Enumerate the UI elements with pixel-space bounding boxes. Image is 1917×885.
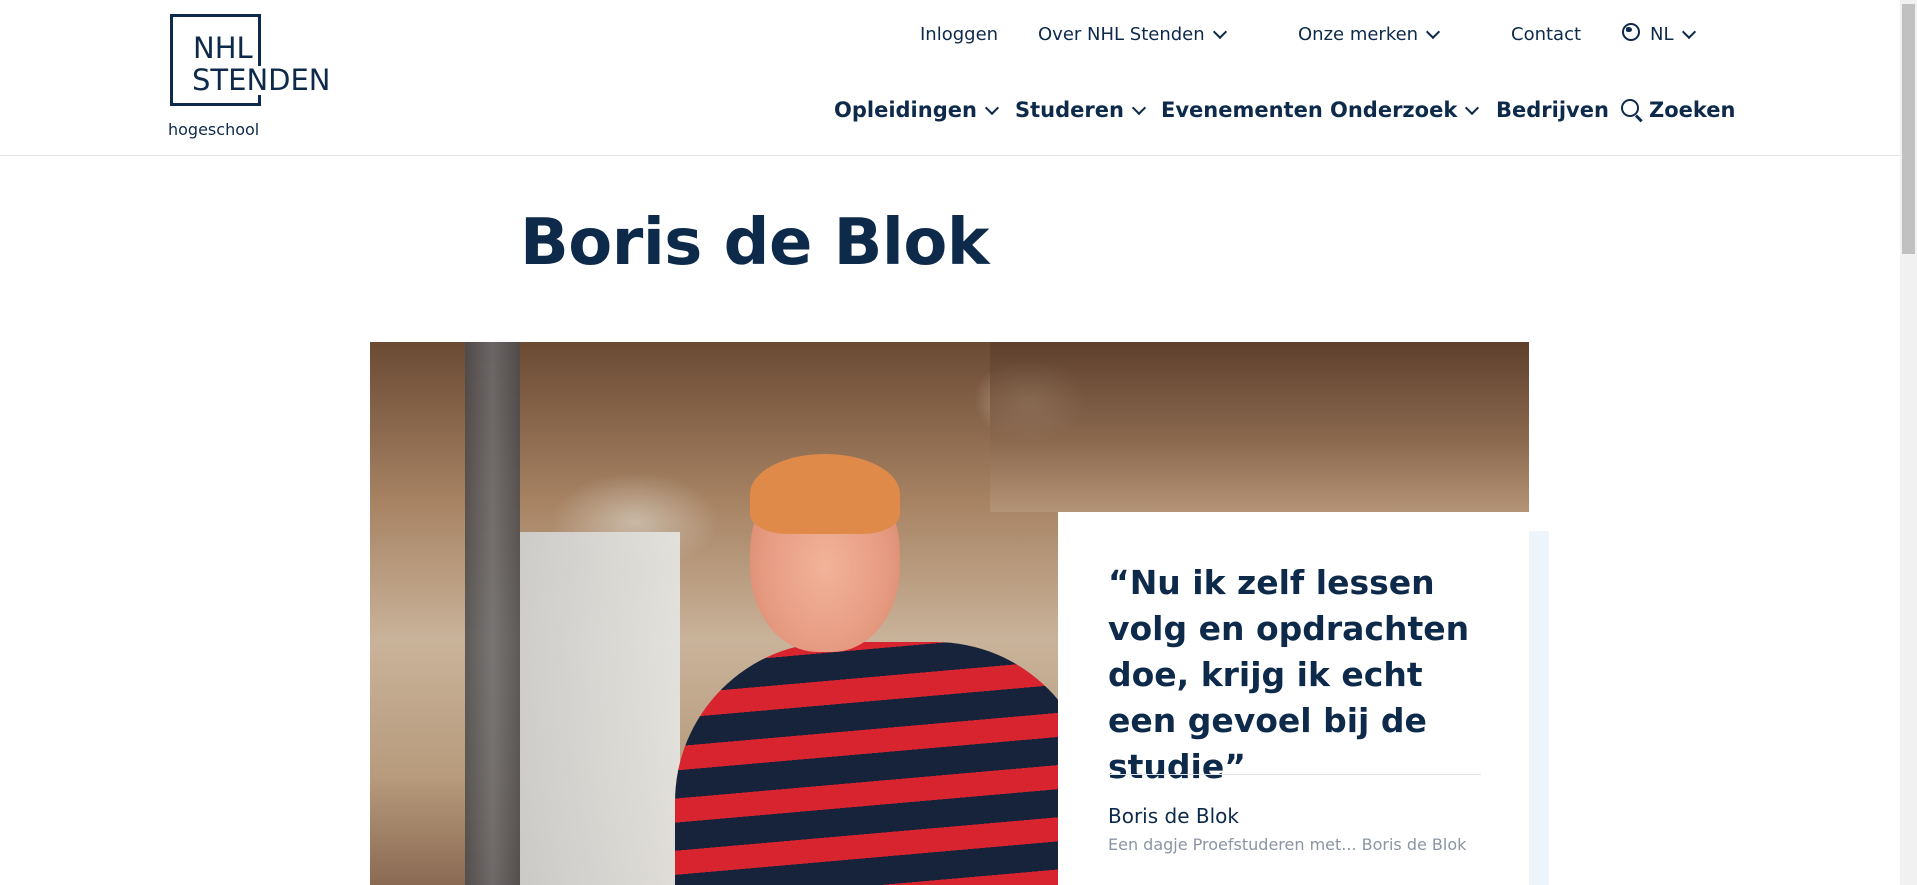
- page-title: Boris de Blok: [520, 206, 989, 280]
- search-button[interactable]: Zoeken: [1621, 98, 1736, 122]
- search-label: Zoeken: [1649, 98, 1736, 122]
- globe-icon: [1622, 22, 1640, 41]
- page-scrollbar[interactable]: [1900, 0, 1917, 885]
- quote-text: “Nu ik zelf lessen volg en opdrachten do…: [1108, 563, 1470, 786]
- quote-caption: Een dagje Proefstuderen met... Boris de …: [1108, 835, 1467, 854]
- brands-menu[interactable]: Onze merken: [1298, 24, 1441, 45]
- nav-bedrijven[interactable]: Bedrijven: [1496, 98, 1609, 122]
- nav-onderzoek[interactable]: Onderzoek: [1330, 98, 1480, 122]
- chevron-down-icon: [1212, 24, 1227, 40]
- nav-bedrijven-label: Bedrijven: [1496, 98, 1609, 122]
- chevron-down-icon: [984, 100, 1000, 115]
- about-menu[interactable]: Over NHL Stenden: [1038, 24, 1227, 45]
- contact-link[interactable]: Contact: [1511, 24, 1581, 45]
- nav-onderzoek-label: Onderzoek: [1330, 98, 1458, 122]
- photo-pillar: [465, 342, 520, 885]
- quote-author: Boris de Blok: [1108, 804, 1239, 828]
- chevron-down-icon: [1681, 24, 1696, 40]
- photo-window-area: [990, 342, 1529, 512]
- language-selector[interactable]: NL: [1622, 22, 1696, 45]
- quote-divider: [1108, 774, 1481, 775]
- nav-evenementen[interactable]: Evenementen: [1161, 98, 1323, 122]
- nav-studeren[interactable]: Studeren: [1015, 98, 1147, 122]
- scrollbar-thumb[interactable]: [1902, 4, 1915, 254]
- person-striped-sweater: [675, 642, 1095, 885]
- main-nav: Opleidingen Studeren Evenementen Onderzo…: [0, 98, 1900, 128]
- search-icon: [1621, 99, 1639, 117]
- logo-line-2: STENDEN: [192, 63, 333, 97]
- chevron-down-icon: [1465, 100, 1480, 115]
- site-header: NHL STENDEN hogeschool Inloggen Over NHL…: [0, 0, 1900, 156]
- about-label: Over NHL Stenden: [1038, 24, 1205, 45]
- nav-studeren-label: Studeren: [1015, 98, 1124, 122]
- language-label: NL: [1650, 24, 1674, 45]
- login-label: Inloggen: [920, 24, 999, 45]
- utility-nav: Inloggen Over NHL Stenden Onze merken Co…: [0, 22, 1900, 54]
- nav-opleidingen-label: Opleidingen: [834, 98, 977, 122]
- chevron-down-icon: [1426, 24, 1441, 40]
- login-link[interactable]: Inloggen: [920, 24, 998, 45]
- person-hair: [750, 454, 900, 534]
- quote-card-accent: [1529, 531, 1549, 885]
- nav-evenementen-label: Evenementen: [1161, 98, 1323, 122]
- brands-label: Onze merken: [1298, 24, 1419, 45]
- chevron-down-icon: [1131, 100, 1147, 115]
- contact-label: Contact: [1511, 24, 1582, 45]
- photo-shelf: [520, 532, 680, 885]
- nav-opleidingen[interactable]: Opleidingen: [834, 98, 1000, 122]
